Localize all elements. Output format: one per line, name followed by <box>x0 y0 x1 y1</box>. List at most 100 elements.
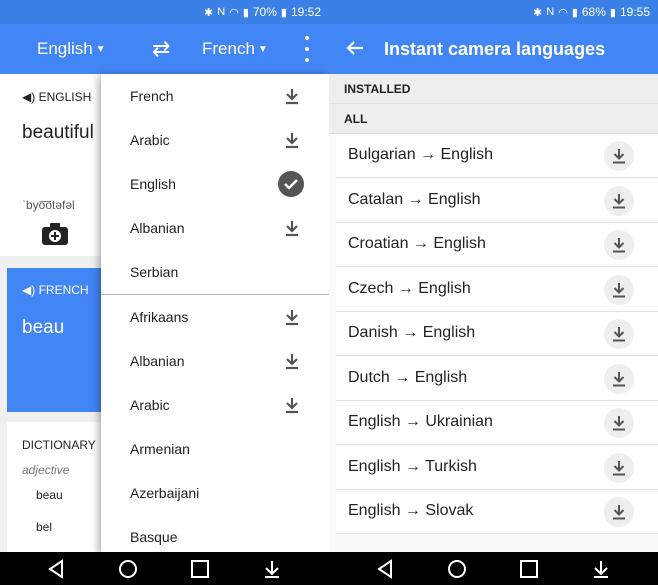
language-dropdown: French Arabic English Albanian Serbian Afrika… <box>101 74 329 552</box>
dropdown-language-item[interactable]: English <box>101 162 329 206</box>
dropdown-language-item[interactable]: Azerbaijani <box>101 471 329 515</box>
swap-icon[interactable]: ⇄ <box>152 36 170 62</box>
language-pair-row[interactable]: English → Turkish <box>336 445 658 490</box>
wifi-icon: ◠ <box>558 6 568 19</box>
section-installed: INSTALLED <box>329 74 658 104</box>
download-icon[interactable] <box>282 218 302 238</box>
dropdown-language-label: French <box>130 88 174 104</box>
status-bar: ✱ N ◠ ▮ 70% ▮ 19:52 <box>0 0 329 24</box>
camera-icon[interactable] <box>41 222 69 246</box>
dropdown-language-item[interactable]: Arabic <box>101 118 329 162</box>
download-icon[interactable] <box>604 408 634 438</box>
clock: 19:55 <box>619 5 650 19</box>
download-icon[interactable] <box>604 319 634 349</box>
target-speaker-button[interactable]: ◀) FRENCH <box>22 283 89 297</box>
section-all: ALL <box>329 104 658 134</box>
dictionary-heading: DICTIONARY <box>22 438 96 452</box>
app-bar: English ▼ ⇄ French ▼ <box>0 24 329 74</box>
dropdown-language-item[interactable]: Arabic <box>101 383 329 427</box>
dropdown-language-label: Serbian <box>130 264 179 280</box>
back-arrow-icon[interactable] <box>345 38 365 58</box>
nav-notifications-icon[interactable] <box>261 558 283 580</box>
dropdown-language-item[interactable]: Afrikaans <box>101 295 329 339</box>
nav-notifications-icon[interactable] <box>590 558 612 580</box>
download-icon[interactable] <box>604 185 634 216</box>
download-icon[interactable] <box>604 497 634 527</box>
dropdown-language-label: Arabic <box>130 397 170 413</box>
phonetic-text: ˈbyo͞otəfəl <box>22 198 75 212</box>
language-pair-label: English → Ukrainian <box>348 413 493 430</box>
wifi-icon: ◠ <box>229 6 239 19</box>
signal-icon: ▮ <box>571 6 578 19</box>
translate-screen: ✱ N ◠ ▮ 70% ▮ 19:52 English ▼ ⇄ French ▼ ◀… <box>0 0 329 585</box>
dictionary-entry[interactable]: bel <box>36 520 52 534</box>
language-pair-row[interactable]: Czech → English <box>336 267 658 312</box>
navigation-bar <box>329 552 658 585</box>
source-speaker-button[interactable]: ◀) ENGLISH <box>22 90 91 104</box>
nav-home-icon[interactable] <box>117 558 139 580</box>
dropdown-language-item[interactable]: French <box>101 74 329 118</box>
dictionary-entry[interactable]: beau <box>36 488 63 502</box>
download-icon[interactable] <box>604 141 634 171</box>
battery-percent: 68% <box>581 5 606 19</box>
language-pair-row[interactable]: English → Slovak <box>336 490 658 534</box>
clock: 19:52 <box>290 5 321 19</box>
nav-recents-icon[interactable] <box>518 558 540 580</box>
language-pair-label: English → Turkish <box>348 457 477 475</box>
dropdown-language-item[interactable]: Serbian <box>101 250 329 294</box>
download-icon[interactable] <box>282 307 302 327</box>
page-title: Instant camera languages <box>384 39 606 59</box>
download-icon[interactable] <box>282 395 302 415</box>
language-pair-label: Danish → English <box>348 324 476 341</box>
language-pair-label: Catalan → English <box>348 190 481 208</box>
status-bar: ✱ N ◠ ▮ 68% ▮ 19:55 <box>329 0 658 24</box>
download-icon[interactable] <box>604 363 634 394</box>
language-pair-row[interactable]: Dutch → English <box>336 356 658 401</box>
dropdown-language-label: Basque <box>130 529 178 545</box>
language-pair-label: Bulgarian → English <box>348 146 493 163</box>
battery-icon: ▮ <box>280 6 287 19</box>
download-icon[interactable] <box>282 86 302 106</box>
language-pair-row[interactable]: Croatian → English <box>336 223 658 267</box>
nav-home-icon[interactable] <box>446 558 468 580</box>
language-pair-row[interactable]: Bulgarian → English <box>336 134 658 178</box>
source-language-label: English <box>37 39 93 58</box>
language-pair-row[interactable]: Danish → English <box>336 312 658 356</box>
language-pair-label: English → Slovak <box>348 502 474 519</box>
target-card-label: FRENCH <box>38 283 89 297</box>
dropdown-language-item[interactable]: Basque <box>101 515 329 552</box>
camera-languages-screen: ✱ N ◠ ▮ 68% ▮ 19:55 Instant camera langu… <box>329 0 658 585</box>
dropdown-caret-icon: ▼ <box>95 43 106 55</box>
dropdown-language-label: English <box>130 176 176 192</box>
bluetooth-icon: ✱ <box>204 6 214 19</box>
nav-recents-icon[interactable] <box>189 558 211 580</box>
language-pair-row[interactable]: English → Ukrainian <box>336 401 658 445</box>
dropdown-language-item[interactable]: Albanian <box>101 206 329 250</box>
dropdown-language-label: Armenian <box>130 441 190 457</box>
target-language-button[interactable]: French ▼ <box>202 24 268 74</box>
source-language-button[interactable]: English ▼ <box>37 24 106 74</box>
download-icon[interactable] <box>604 452 634 483</box>
dropdown-language-item[interactable]: Armenian <box>101 427 329 471</box>
more-vert-icon[interactable] <box>300 36 314 62</box>
nfc-icon: N <box>546 6 555 18</box>
target-language-label: French <box>202 39 255 58</box>
nav-back-icon[interactable] <box>374 558 396 580</box>
download-icon[interactable] <box>604 230 634 260</box>
language-pair-row[interactable]: Catalan → English <box>336 178 658 223</box>
dropdown-language-label: Azerbaijani <box>130 485 200 501</box>
download-icon[interactable] <box>282 130 302 150</box>
dropdown-language-item[interactable]: Albanian <box>101 339 329 383</box>
translated-text: beau <box>22 317 65 338</box>
battery-icon: ▮ <box>609 6 616 19</box>
dropdown-language-label: Albanian <box>130 353 185 369</box>
navigation-bar <box>0 552 329 585</box>
language-pair-label: Czech → English <box>348 279 471 297</box>
language-pair-label: Croatian → English <box>348 235 486 252</box>
nav-back-icon[interactable] <box>45 558 67 580</box>
download-icon[interactable] <box>604 274 634 305</box>
dropdown-caret-icon: ▼ <box>257 43 268 55</box>
download-icon[interactable] <box>282 351 302 371</box>
check-icon <box>278 171 304 197</box>
dropdown-language-label: Arabic <box>130 132 170 148</box>
